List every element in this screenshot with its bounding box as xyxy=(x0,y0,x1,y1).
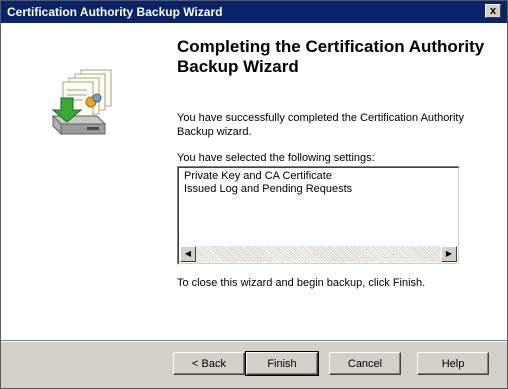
list-item: Private Key and CA Certificate xyxy=(184,170,332,182)
completion-message: You have successfully completed the Cert… xyxy=(177,112,464,138)
listbox-frame: Private Key and CA Certificate Issued Lo… xyxy=(178,167,459,264)
back-button-label: < Back xyxy=(192,357,226,370)
arrow-left-icon: ◀ xyxy=(184,249,192,258)
list-item: Issued Log and Pending Requests xyxy=(184,183,353,195)
back-button[interactable]: < Back xyxy=(173,352,245,375)
cancel-button-label: Cancel xyxy=(347,357,383,370)
scroll-left-button[interactable]: ◀ xyxy=(180,246,196,262)
help-button-label: Help xyxy=(441,357,465,370)
arrow-right-icon: ▶ xyxy=(445,249,453,258)
settings-label: You have selected the following settings… xyxy=(177,152,375,164)
help-button[interactable]: Help xyxy=(417,352,489,375)
cancel-button[interactable]: Cancel xyxy=(329,352,401,375)
wizard-client-area: Completing the Certification Authority B… xyxy=(1,23,507,388)
settings-listbox[interactable]: Private Key and CA Certificate Issued Lo… xyxy=(177,166,460,265)
close-button[interactable]: x xyxy=(485,4,501,18)
wizard-content-panel: Completing the Certification Authority B… xyxy=(165,23,507,340)
button-bar: < Back Finish Cancel Help xyxy=(1,342,507,388)
finish-button-label: Finish xyxy=(267,357,297,370)
certificate-backup-icon xyxy=(51,69,112,136)
scroll-right-button[interactable]: ▶ xyxy=(441,246,457,262)
close-icon: x xyxy=(489,5,497,17)
page-title: Completing the Certification Authority B… xyxy=(177,37,485,76)
wizard-side-panel xyxy=(1,23,165,340)
settings-list: Private Key and CA Certificate Issued Lo… xyxy=(180,170,352,196)
finish-button[interactable]: Finish xyxy=(245,351,319,376)
wizard-window: Certification Authority Backup Wizard x xyxy=(0,0,508,389)
window-title: Certification Authority Backup Wizard xyxy=(7,5,223,19)
finish-instruction: To close this wizard and begin backup, c… xyxy=(177,277,426,289)
title-bar: Certification Authority Backup Wizard x xyxy=(1,1,507,23)
horizontal-scrollbar[interactable]: ◀ ▶ xyxy=(180,246,457,262)
